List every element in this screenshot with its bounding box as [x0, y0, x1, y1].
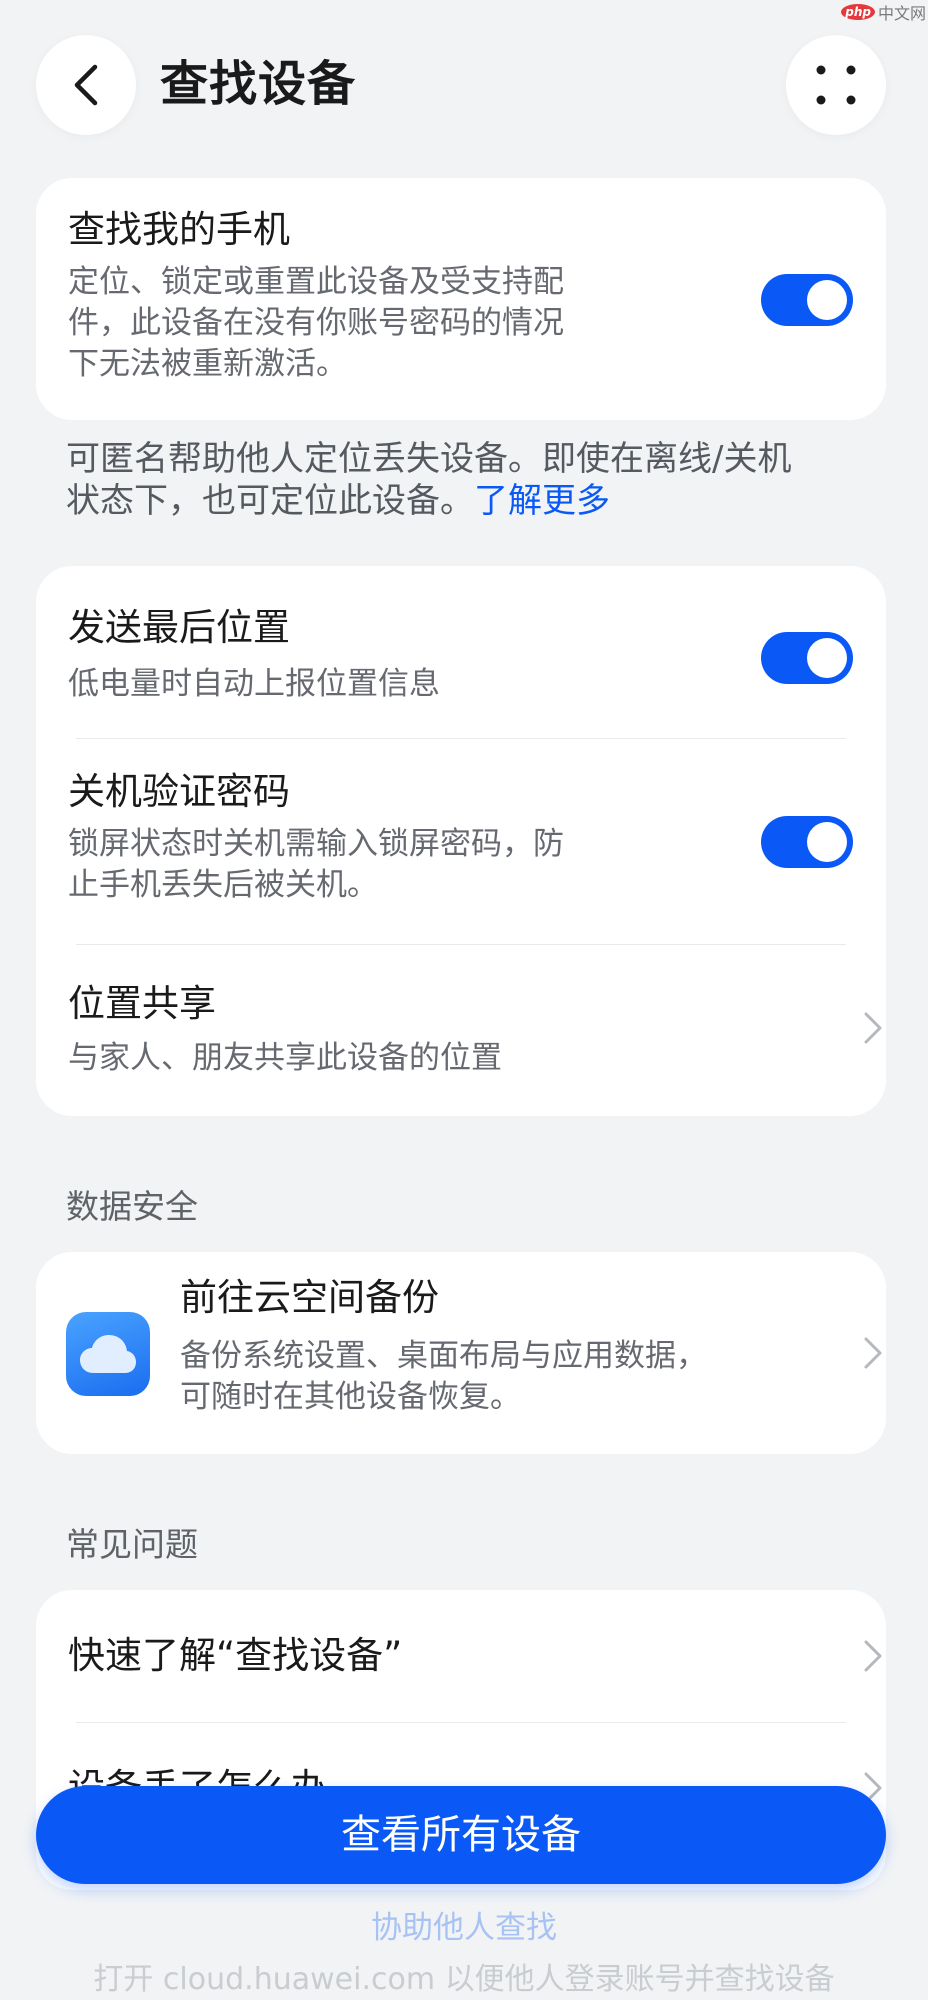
- chevron-left-icon: [74, 64, 98, 106]
- page-title: 查找设备: [160, 56, 357, 112]
- help-others-find-link[interactable]: 协助他人查找: [0, 1908, 928, 1948]
- toggle-knob: [807, 280, 847, 320]
- location-sharing-subtitle: 与家人、朋友共享此设备的位置: [68, 1040, 502, 1076]
- more-menu-button[interactable]: [786, 35, 886, 135]
- cloud-shape: [80, 1335, 136, 1373]
- location-sharing-row[interactable]: 位置共享 与家人、朋友共享此设备的位置: [36, 944, 886, 1116]
- faq-label: 常见问题: [66, 1525, 198, 1564]
- back-button[interactable]: [36, 35, 136, 135]
- cloud-backup-title: 前往云空间备份: [180, 1276, 439, 1319]
- anonymous-help-note: 可匿名帮助他人定位丢失设备。即使在离线/关机 状态下，也可定位此设备。了解更多: [66, 438, 866, 522]
- faq-item[interactable]: 快速了解“查找设备”: [36, 1590, 886, 1722]
- find-phone-desc-line-1: 定位、锁定或重置此设备及受支持配: [68, 264, 564, 300]
- learn-more-link[interactable]: 了解更多: [474, 481, 610, 521]
- send-last-location-title: 发送最后位置: [68, 606, 290, 649]
- chevron-right-icon: [864, 1337, 882, 1369]
- send-last-location-toggle[interactable]: [761, 632, 853, 684]
- find-device-page: 查找设备 php 中文网 查找我的手机 定位、锁定或重置此设备及受支持配 件，此…: [0, 0, 928, 2000]
- shutdown-password-subtitle-line-1: 锁屏状态时关机需输入锁屏密码，防: [68, 826, 564, 862]
- data-security-label: 数据安全: [66, 1187, 198, 1226]
- shutdown-password-row[interactable]: 关机验证密码 锁屏状态时关机需输入锁屏密码，防 止手机丢失后被关机。: [36, 738, 886, 944]
- cloud-backup-subtitle-line-1: 备份系统设置、桌面布局与应用数据，: [180, 1338, 707, 1374]
- faq-item-title: 快速了解“查找设备”: [68, 1634, 403, 1677]
- footer-note: 打开 cloud.huawei.com 以便他人登录账号并查找设备: [93, 1962, 835, 1997]
- send-last-location-row[interactable]: 发送最后位置 低电量时自动上报位置信息: [36, 566, 886, 738]
- chevron-right-icon: [864, 1640, 882, 1672]
- location-sharing-title: 位置共享: [68, 982, 216, 1025]
- header: 查找设备 php 中文网: [0, 0, 928, 170]
- shutdown-password-title: 关机验证密码: [68, 770, 290, 813]
- shutdown-password-subtitle-line-2: 止手机丢失后被关机。: [68, 867, 378, 903]
- view-all-devices-button[interactable]: 查看所有设备: [36, 1786, 886, 1884]
- send-last-location-subtitle: 低电量时自动上报位置信息: [68, 666, 440, 702]
- note-line-2: 状态下，也可定位此设备。: [66, 481, 474, 521]
- find-phone-card: 查找我的手机 定位、锁定或重置此设备及受支持配 件，此设备在没有你账号密码的情况…: [36, 178, 886, 420]
- location-settings-card: 发送最后位置 低电量时自动上报位置信息 关机验证密码 锁屏状态时关机需输入锁屏密…: [36, 566, 886, 1116]
- toggle-knob: [807, 638, 847, 678]
- cloud-backup-card[interactable]: 前往云空间备份 备份系统设置、桌面布局与应用数据， 可随时在其他设备恢复。: [36, 1252, 886, 1454]
- toggle-knob: [807, 822, 847, 862]
- note-line-1: 可匿名帮助他人定位丢失设备。即使在离线/关机: [66, 439, 792, 479]
- find-phone-toggle[interactable]: [761, 274, 853, 326]
- find-phone-desc-line-3: 下无法被重新激活。: [68, 346, 347, 382]
- watermark-text: 中文网: [877, 4, 926, 23]
- watermark-badge: php: [841, 4, 875, 20]
- shutdown-password-toggle[interactable]: [761, 816, 853, 868]
- cloud-backup-subtitle-line-2: 可随时在其他设备恢复。: [180, 1379, 521, 1415]
- find-phone-desc-line-2: 件，此设备在没有你账号密码的情况: [68, 305, 564, 341]
- site-watermark: php 中文网: [841, 0, 926, 24]
- cloud-icon: [66, 1312, 150, 1396]
- four-dots-icon: [816, 65, 856, 105]
- find-phone-title: 查找我的手机: [68, 208, 290, 251]
- chevron-right-icon: [864, 1012, 882, 1044]
